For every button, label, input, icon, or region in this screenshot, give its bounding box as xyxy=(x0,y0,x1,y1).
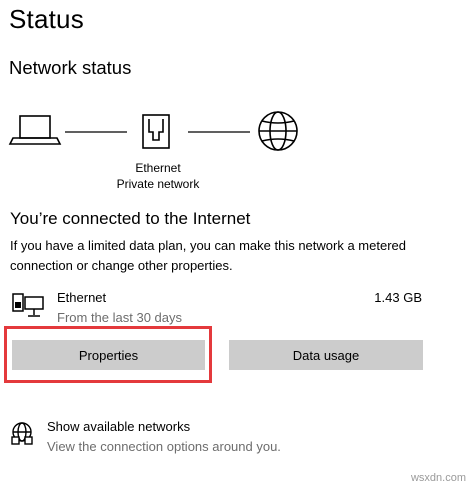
connection-description: If you have a limited data plan, you can… xyxy=(10,238,406,273)
watermark: wsxdn.com xyxy=(410,472,466,484)
globe-icon xyxy=(258,111,298,151)
data-usage-amount: 1.43 GB xyxy=(374,290,422,305)
ethernet-name: Ethernet xyxy=(57,290,107,305)
ethernet-icon xyxy=(142,114,170,149)
usage-period: From the last 30 days xyxy=(57,310,182,325)
page-title: Status xyxy=(9,4,84,34)
ethernet-pc-icon xyxy=(12,293,44,317)
network-status-heading: Network status xyxy=(9,57,132,78)
laptop-icon xyxy=(8,115,62,145)
adapter-name-label: Ethernet xyxy=(135,161,181,175)
network-profile-label: Private network xyxy=(116,177,200,191)
show-available-networks-link[interactable]: Show available networks xyxy=(47,419,190,434)
network-diagram xyxy=(8,111,298,151)
connected-heading: You’re connected to the Internet xyxy=(10,209,251,228)
available-networks-subtitle: View the connection options around you. xyxy=(47,439,281,454)
ethernet-usage-row: Ethernet From the last 30 days 1.43 GB xyxy=(10,288,430,328)
properties-button[interactable]: Properties xyxy=(12,340,205,370)
wireless-globe-icon[interactable] xyxy=(10,420,36,446)
data-usage-button[interactable]: Data usage xyxy=(229,340,423,370)
